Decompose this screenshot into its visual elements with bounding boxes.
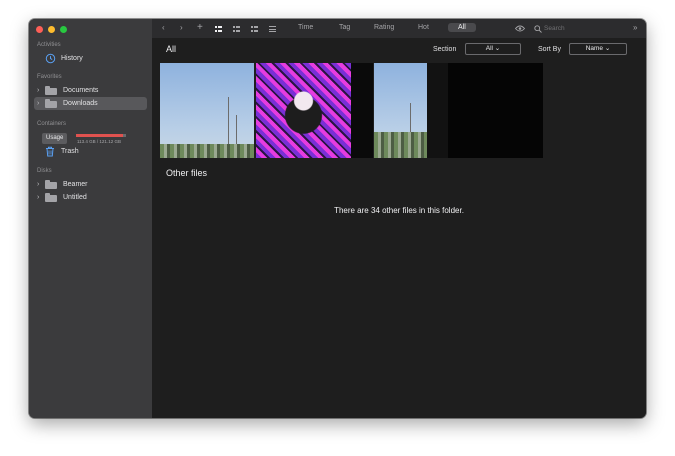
sidebar-item-label: Downloads: [63, 100, 98, 107]
sidebar-item-documents[interactable]: › Documents: [34, 84, 147, 97]
forward-icon[interactable]: ›: [180, 23, 183, 32]
folder-icon: [45, 180, 57, 189]
usage-bar-fill: [76, 134, 123, 137]
section-label: Section: [433, 46, 457, 53]
chevron-right-icon[interactable]: ›: [37, 181, 45, 188]
sidebar: Activities History Favorites › Documents…: [29, 19, 152, 418]
thumbnail-image[interactable]: [427, 63, 448, 158]
folder-icon: [45, 99, 57, 108]
sort-select[interactable]: Name ⌄: [569, 43, 627, 55]
grid-icon[interactable]: [251, 26, 258, 32]
tab-time[interactable]: Time: [298, 24, 313, 31]
other-files-title: Other files: [166, 168, 208, 178]
sidebar-item-downloads[interactable]: › Downloads: [34, 97, 147, 110]
thumbnail-image[interactable]: [160, 63, 254, 158]
close-window-button[interactable]: [36, 26, 43, 33]
history-icon: [45, 53, 56, 64]
search-icon: [534, 25, 542, 33]
app-window: Activities History Favorites › Documents…: [29, 19, 646, 418]
usage-text: 113.4 GB / 121.12 GB: [77, 139, 121, 144]
tab-all[interactable]: All: [448, 23, 476, 32]
thumbnail-image[interactable]: [374, 63, 427, 158]
sidebar-item-label: Beamer: [63, 181, 88, 188]
sidebar-item-trash[interactable]: Trash: [34, 145, 147, 158]
tab-hot[interactable]: Hot: [418, 24, 429, 31]
disks-heading: Disks: [37, 168, 52, 174]
window-controls: [36, 26, 67, 33]
grid-large-icon[interactable]: [215, 26, 222, 32]
search-input[interactable]: [544, 23, 634, 34]
main-content: All Section All ⌄ Sort By Name ⌄ Other f…: [152, 38, 646, 418]
containers-heading: Containers: [37, 121, 67, 127]
thumbnail-image[interactable]: [448, 63, 543, 158]
add-icon[interactable]: +: [197, 22, 203, 33]
sidebar-item-label: Trash: [61, 148, 79, 155]
section-select[interactable]: All ⌄: [465, 43, 521, 55]
sidebar-item-label: History: [61, 55, 83, 62]
sort-label: Sort By: [538, 46, 561, 53]
sidebar-item-label: Untitled: [63, 194, 87, 201]
eye-icon[interactable]: [515, 25, 525, 32]
folder-icon: [45, 193, 57, 202]
chevron-right-icon[interactable]: ›: [37, 87, 45, 94]
folder-icon: [45, 86, 57, 95]
section-select-value: All: [485, 45, 493, 52]
activities-heading: Activities: [37, 42, 61, 48]
toolbar: ‹ › + Time Tag Rating Hot All »: [152, 19, 646, 38]
other-files-message: There are 34 other files in this folder.: [334, 206, 464, 215]
sidebar-item-beamer[interactable]: › Beamer: [34, 178, 147, 191]
favorites-heading: Favorites: [37, 74, 62, 80]
sidebar-item-untitled[interactable]: › Untitled: [34, 191, 147, 204]
sidebar-item-label: Documents: [63, 87, 99, 94]
chevron-right-icon[interactable]: ›: [37, 194, 45, 201]
thumbnail-image[interactable]: [256, 63, 351, 158]
chevron-down-icon: ⌄: [604, 45, 611, 52]
zoom-window-button[interactable]: [60, 26, 67, 33]
list-icon[interactable]: [269, 26, 276, 32]
page-title: All: [166, 44, 177, 54]
tab-rating[interactable]: Rating: [374, 24, 394, 31]
tab-tag[interactable]: Tag: [339, 24, 350, 31]
expand-icon[interactable]: »: [633, 23, 637, 32]
usage-bar: [76, 134, 126, 137]
sidebar-item-history[interactable]: History: [34, 52, 147, 65]
usage-button[interactable]: Usage: [42, 133, 68, 144]
sort-select-value: Name: [585, 45, 604, 52]
thumbnail-image[interactable]: [351, 63, 373, 158]
trash-icon: [46, 146, 54, 157]
grid-small-icon[interactable]: [233, 26, 240, 32]
chevron-down-icon: ⌄: [494, 45, 501, 52]
minimize-window-button[interactable]: [48, 26, 55, 33]
chevron-right-icon[interactable]: ›: [37, 100, 45, 107]
back-icon[interactable]: ‹: [162, 23, 165, 32]
